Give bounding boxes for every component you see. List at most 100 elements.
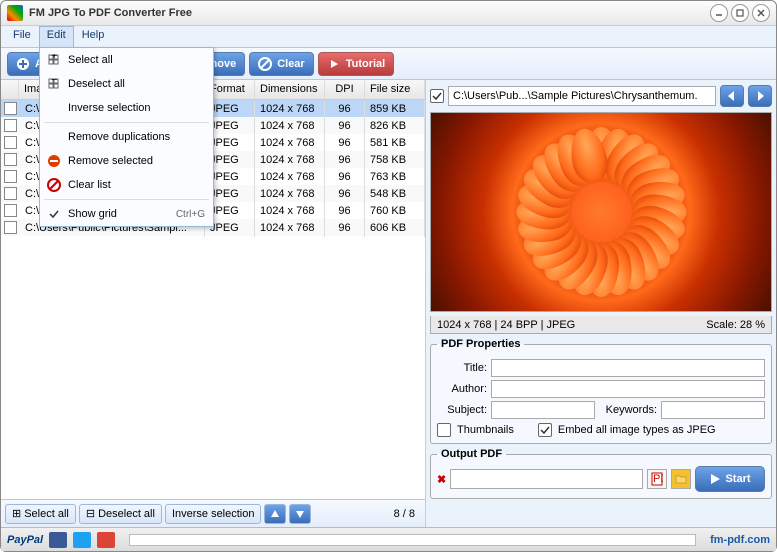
app-icon: [7, 5, 23, 21]
menu-label: Show grid: [68, 208, 176, 220]
status-bar: PayPal fm-pdf.com: [1, 527, 776, 551]
menu-label: Clear list: [68, 179, 205, 191]
deselect-all-icon: −: [44, 78, 64, 90]
menu-label: Select all: [68, 54, 205, 66]
menu-clear-list[interactable]: Clear list: [40, 173, 213, 197]
svg-text:−: −: [51, 78, 57, 86]
start-button[interactable]: Start: [695, 466, 765, 492]
cell-size: 760 KB: [365, 202, 425, 220]
thumbnails-label: Thumbnails: [457, 424, 514, 436]
google-plus-icon[interactable]: [97, 532, 115, 548]
clear-icon: [258, 57, 272, 71]
row-checkbox[interactable]: [4, 221, 17, 234]
cell-dimensions: 1024 x 768: [255, 168, 325, 186]
row-checkbox[interactable]: [4, 136, 17, 149]
cell-dpi: 96: [325, 168, 365, 186]
cell-dimensions: 1024 x 768: [255, 219, 325, 237]
image-preview: [430, 112, 772, 312]
foot-inverse[interactable]: Inverse selection: [165, 504, 262, 524]
preview-pane: 1024 x 768 | 24 BPP | JPEG Scale: 28 % P…: [426, 80, 776, 527]
menu-select-all[interactable]: + Select all: [40, 48, 213, 72]
clear-button[interactable]: Clear: [249, 52, 314, 76]
row-checkbox[interactable]: [4, 187, 17, 200]
preview-path-bar: [430, 84, 772, 108]
menu-deselect-all[interactable]: − Deselect all: [40, 72, 213, 96]
menu-label: Deselect all: [68, 78, 205, 90]
cell-size: 763 KB: [365, 168, 425, 186]
menu-remove-duplications[interactable]: Remove duplications: [40, 125, 213, 149]
cell-dimensions: 1024 x 768: [255, 185, 325, 203]
paypal-link[interactable]: PayPal: [7, 534, 43, 546]
website-link[interactable]: fm-pdf.com: [710, 534, 770, 546]
foot-deselect-all[interactable]: ⊟Deselect all: [79, 504, 162, 524]
move-up-button[interactable]: [264, 504, 286, 524]
next-image-button[interactable]: [748, 85, 772, 107]
edit-dropdown: + Select all − Deselect all Inverse sele…: [39, 47, 214, 227]
foot-select-all[interactable]: ⊞Select all: [5, 504, 76, 524]
delete-output-icon[interactable]: ✖: [437, 473, 446, 486]
keywords-input[interactable]: [661, 401, 765, 419]
subject-input[interactable]: [491, 401, 595, 419]
preview-path-input[interactable]: [448, 86, 716, 106]
select-all-icon: ⊞: [12, 507, 21, 520]
progress-bar: [129, 534, 696, 546]
plus-icon: [16, 57, 30, 71]
move-down-button[interactable]: [289, 504, 311, 524]
row-checkbox[interactable]: [4, 204, 17, 217]
prev-image-button[interactable]: [720, 85, 744, 107]
menu-label: Inverse selection: [68, 102, 205, 114]
browse-button[interactable]: [671, 469, 691, 489]
row-checkbox[interactable]: [4, 170, 17, 183]
preview-checkbox[interactable]: [430, 89, 444, 103]
row-checkbox[interactable]: [4, 153, 17, 166]
close-button[interactable]: [752, 4, 770, 22]
tutorial-button[interactable]: Tutorial: [318, 52, 395, 76]
clear-icon: [44, 178, 64, 192]
play-icon: [709, 473, 721, 485]
minimize-button[interactable]: [710, 4, 728, 22]
menu-file[interactable]: File: [5, 26, 39, 47]
arrow-down-icon: [295, 509, 305, 519]
menu-remove-selected[interactable]: Remove selected: [40, 149, 213, 173]
preview-info-bar: 1024 x 768 | 24 BPP | JPEG Scale: 28 %: [430, 316, 772, 334]
button-label: Clear: [277, 58, 305, 70]
thumbnails-checkbox[interactable]: [437, 423, 451, 437]
menu-show-grid[interactable]: Show grid Ctrl+G: [40, 202, 213, 226]
menu-shortcut: Ctrl+G: [176, 209, 205, 220]
menu-edit[interactable]: Edit: [39, 26, 74, 47]
menu-inverse-selection[interactable]: Inverse selection: [40, 96, 213, 120]
maximize-button[interactable]: [731, 4, 749, 22]
menu-label: Remove selected: [68, 155, 205, 167]
svg-text:PDF: PDF: [653, 473, 663, 485]
row-checkbox[interactable]: [4, 119, 17, 132]
cell-dpi: 96: [325, 185, 365, 203]
cell-size: 859 KB: [365, 100, 425, 118]
remove-icon: [44, 154, 64, 168]
twitter-icon[interactable]: [73, 532, 91, 548]
col-dpi[interactable]: DPI: [325, 80, 365, 99]
output-legend: Output PDF: [437, 448, 506, 460]
title-input[interactable]: [491, 359, 765, 377]
output-path-input[interactable]: [450, 469, 643, 489]
arrow-right-icon: [754, 91, 766, 101]
row-checkbox[interactable]: [4, 102, 17, 115]
menu-help[interactable]: Help: [74, 26, 113, 47]
cell-dimensions: 1024 x 768: [255, 100, 325, 118]
cell-dpi: 96: [325, 219, 365, 237]
embed-jpeg-checkbox[interactable]: [538, 423, 552, 437]
cell-dpi: 96: [325, 100, 365, 118]
preview-scale: Scale: 28 %: [706, 319, 765, 331]
cell-dpi: 96: [325, 117, 365, 135]
menu-bar: File Edit Help: [1, 26, 776, 48]
cell-size: 581 KB: [365, 134, 425, 152]
preview-dimensions: 1024 x 768 | 24 BPP | JPEG: [437, 319, 575, 331]
facebook-icon[interactable]: [49, 532, 67, 548]
menu-label: Remove duplications: [68, 131, 205, 143]
pdf-legend: PDF Properties: [437, 338, 524, 350]
col-filesize[interactable]: File size: [365, 80, 425, 99]
keywords-label: Keywords:: [599, 404, 657, 416]
col-dimensions[interactable]: Dimensions: [255, 80, 325, 99]
author-input[interactable]: [491, 380, 765, 398]
arrow-up-icon: [270, 509, 280, 519]
pdf-icon-button[interactable]: PDF: [647, 469, 667, 489]
